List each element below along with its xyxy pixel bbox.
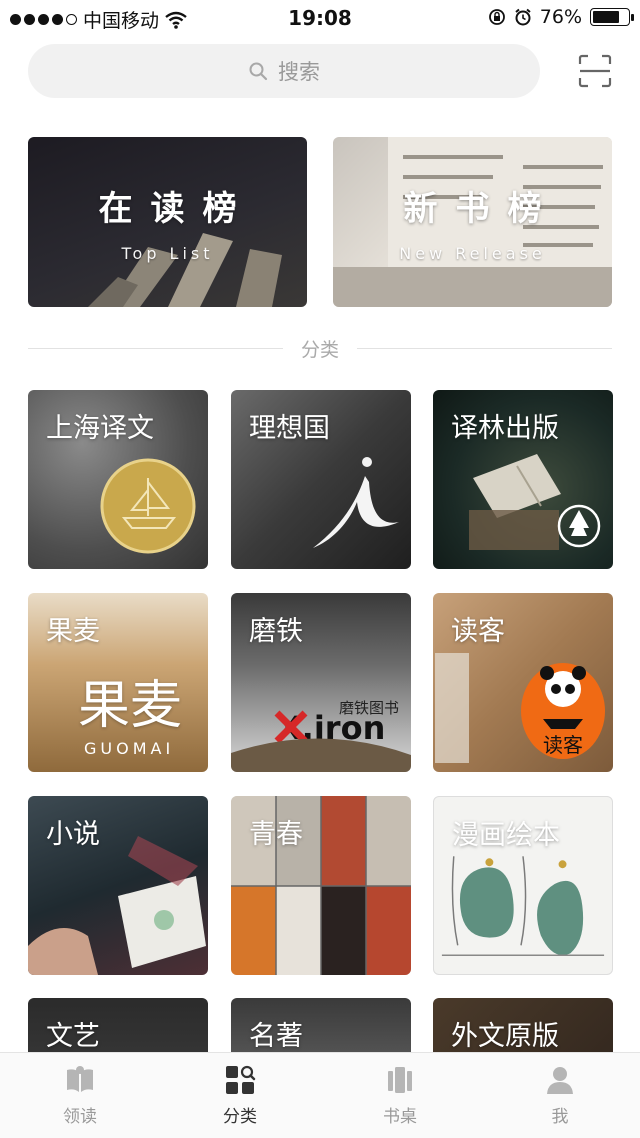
category-tile-comics[interactable]: 漫画绘本 [433,796,613,975]
tab-label: 我 [551,1107,569,1127]
bookshelf-icon [388,1067,412,1093]
category-label: 上海译文 [46,413,154,444]
top-list-banner[interactable]: 在读榜 Top List [28,137,307,307]
search-placeholder: 搜索 [278,60,320,84]
tab-me[interactable]: 我 [480,1053,640,1138]
person-icon [547,1067,573,1094]
search-row: 搜索 [28,44,612,100]
category-screen: 中国移动 19:08 76% 搜索 在读榜 Top List 新书榜 New R… [0,0,640,1138]
battery-level [593,11,619,23]
new-release-title: 新书榜 [403,189,560,229]
tab-label: 分类 [223,1107,257,1127]
tab-desk[interactable]: 书桌 [320,1053,480,1138]
category-label: 外文原版 [451,1021,559,1052]
guomai-logo-sub: GUOMAI [84,739,175,758]
category-label: 果麦 [46,616,100,647]
category-tile-shanghai-yiwen[interactable]: 上海译文 [28,390,208,569]
category-tile-youth[interactable]: 青春 [231,796,411,975]
book-open-icon [67,1066,93,1092]
status-bar: 中国移动 19:08 76% [0,0,640,36]
new-release-banner[interactable]: 新书榜 New Release [333,137,612,307]
battery-percent: 76% [539,6,582,28]
rotation-lock-icon [488,9,505,25]
category-label: 译林出版 [451,413,559,444]
section-label: 分类 [301,338,340,361]
scan-icon[interactable] [578,54,612,88]
category-label: 名著 [249,1021,303,1052]
grid-search-icon [226,1065,256,1094]
category-label: 理想国 [249,413,330,444]
category-section-divider: 分类 [28,334,613,362]
category-label: 漫画绘本 [452,820,560,851]
search-icon [249,62,268,81]
tab-label: 书桌 [383,1107,417,1127]
tab-lingdu[interactable]: 领读 [0,1053,160,1138]
alarm-icon [515,8,531,26]
top-list-subtitle: Top List [121,244,214,263]
top-list-title: 在读榜 [98,189,255,229]
category-tile-lixiangguo[interactable]: 理想国 [231,390,411,569]
category-label: 读客 [451,616,505,647]
bottom-tab-bar: 领读 分类 书桌 我 [0,1052,640,1138]
tab-label: 领读 [63,1107,97,1127]
new-release-subtitle: New Release [399,244,546,263]
search-input[interactable]: 搜索 [28,44,540,98]
category-label: 青春 [249,819,303,850]
category-tile-guomai[interactable]: 果麦 GUOMAI 果麦 [28,593,208,772]
duke-logo-text: 读客 [543,733,583,757]
category-tile-yilin[interactable]: 译林出版 [433,390,613,569]
tab-categories[interactable]: 分类 [160,1053,320,1138]
category-tile-novel[interactable]: 小说 [28,796,208,975]
category-label: 磨铁 [249,616,303,647]
category-tile-duke[interactable]: 读客 读客 [433,593,613,772]
guomai-logo-text: 果麦 [78,676,183,736]
category-label: 小说 [46,819,100,850]
category-tile-motie[interactable]: 磨铁图书 X.iron 磨铁 [231,593,411,772]
battery-icon [590,8,634,26]
category-label: 文艺 [46,1021,100,1052]
